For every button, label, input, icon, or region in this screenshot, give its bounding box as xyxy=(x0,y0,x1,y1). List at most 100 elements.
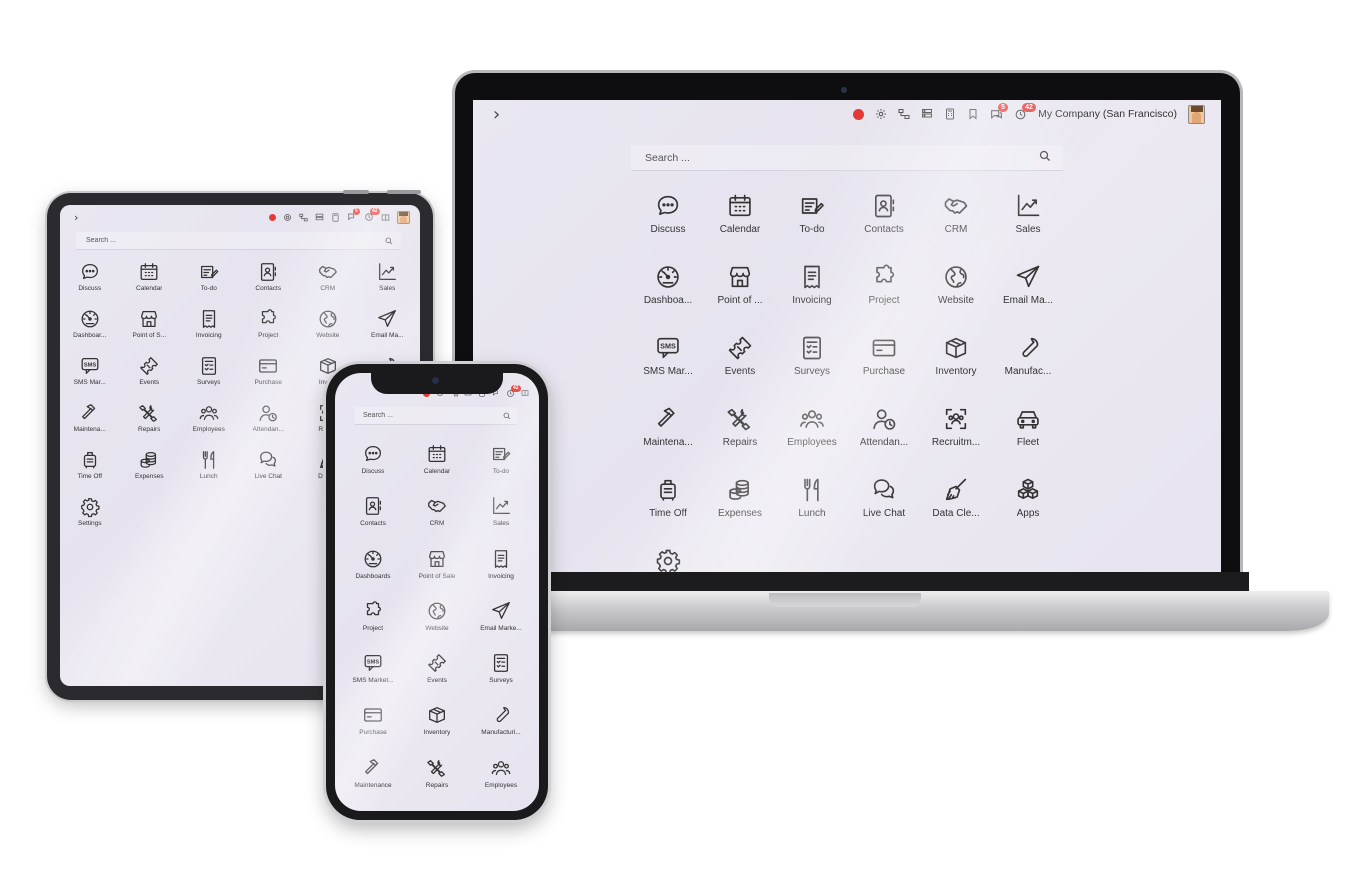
app-tile-surveys[interactable]: Surveys xyxy=(776,334,848,405)
activities-icon[interactable]: 42 xyxy=(506,384,521,398)
app-tile-point-of-sale[interactable]: Point of S... xyxy=(120,308,180,355)
tablet-search-bar[interactable] xyxy=(76,232,401,250)
app-tile-calendar[interactable]: Calendar xyxy=(704,192,776,263)
app-tile-attendances[interactable]: Attendan... xyxy=(239,402,299,449)
app-tile-crm[interactable]: CRM xyxy=(920,192,992,263)
app-tile-discuss[interactable]: Discuss xyxy=(341,443,405,495)
app-tile-repairs[interactable]: Repairs xyxy=(120,402,180,449)
app-tile-sms-marketing[interactable]: SMS SMS Market... xyxy=(341,652,405,704)
app-tile-recruitment[interactable]: Recruitm... xyxy=(920,405,992,476)
app-tile-live-chat[interactable]: Live Chat xyxy=(239,449,299,496)
activities-icon[interactable]: 42 xyxy=(364,208,380,222)
search-icon[interactable] xyxy=(503,407,511,425)
app-tile-to-do[interactable]: To-do xyxy=(179,261,239,308)
app-menu-toggle[interactable]: › xyxy=(493,104,500,125)
app-tile-time-off[interactable]: Time Off xyxy=(60,449,120,496)
app-tile-sms-marketing[interactable]: SMS SMS Mar... xyxy=(60,355,120,402)
app-tile-crm[interactable]: CRM xyxy=(298,261,358,308)
app-tile-calendar[interactable]: Calendar xyxy=(405,443,469,495)
search-icon[interactable] xyxy=(1039,149,1051,167)
app-tile-surveys[interactable]: Surveys xyxy=(469,652,533,704)
app-tile-dashboards[interactable]: Dashboards xyxy=(341,548,405,600)
app-tile-to-do[interactable]: To-do xyxy=(776,192,848,263)
app-tile-employees[interactable]: Employees xyxy=(469,757,533,809)
app-tile-contacts[interactable]: Contacts xyxy=(848,192,920,263)
app-tile-contacts[interactable]: Contacts xyxy=(341,495,405,547)
server-icon[interactable] xyxy=(921,108,933,120)
calculator-icon[interactable] xyxy=(944,108,956,120)
app-tile-dashboards[interactable]: Dashboa... xyxy=(632,263,704,334)
app-tile-live-chat[interactable]: Live Chat xyxy=(848,476,920,547)
calculator-icon[interactable] xyxy=(331,212,340,222)
server-icon[interactable] xyxy=(315,213,324,222)
app-tile-inventory[interactable]: Inventory xyxy=(920,334,992,405)
phone-search-bar[interactable] xyxy=(355,407,517,425)
switch-icon[interactable] xyxy=(381,213,390,222)
app-tile-repairs[interactable]: Repairs xyxy=(704,405,776,476)
app-tile-website[interactable]: Website xyxy=(298,308,358,355)
app-tile-events[interactable]: Events xyxy=(704,334,776,405)
app-tile-maintenance[interactable]: Maintena... xyxy=(632,405,704,476)
app-tile-settings[interactable]: Settings xyxy=(60,496,120,543)
app-tile-invoicing[interactable]: Invoicing xyxy=(776,263,848,334)
app-tile-expenses[interactable]: Expenses xyxy=(704,476,776,547)
app-tile-apps[interactable]: Apps xyxy=(992,476,1064,547)
app-tile-attendances[interactable]: Attendan... xyxy=(848,405,920,476)
app-tile-contacts[interactable]: Contacts xyxy=(239,261,299,308)
app-tile-sales[interactable]: Sales xyxy=(992,192,1064,263)
bookmark-icon[interactable] xyxy=(967,108,979,120)
app-tile-fleet[interactable]: Fleet xyxy=(992,405,1064,476)
app-tile-dashboards[interactable]: Dashboar... xyxy=(60,308,120,355)
search-input[interactable] xyxy=(363,412,489,419)
app-tile-surveys[interactable]: Surveys xyxy=(179,355,239,402)
app-tile-time-off[interactable]: Time Off xyxy=(632,476,704,547)
switch-icon[interactable] xyxy=(521,389,529,397)
app-tile-employees[interactable]: Employees xyxy=(776,405,848,476)
app-tile-discuss[interactable]: Discuss xyxy=(632,192,704,263)
app-tile-website[interactable]: Website xyxy=(920,263,992,334)
network-icon[interactable] xyxy=(299,213,308,222)
app-tile-to-do[interactable]: To-do xyxy=(469,443,533,495)
app-tile-point-of-sale[interactable]: Point of Sale xyxy=(405,548,469,600)
app-tile-sales[interactable]: Sales xyxy=(358,261,418,308)
app-tile-invoicing[interactable]: Invoicing xyxy=(179,308,239,355)
app-tile-sales[interactable]: Sales xyxy=(469,495,533,547)
app-tile-events[interactable]: Events xyxy=(120,355,180,402)
app-menu-toggle[interactable]: › xyxy=(74,211,78,224)
messages-icon[interactable]: 5 xyxy=(990,102,1009,121)
app-tile-sms-marketing[interactable]: SMS SMS Mar... xyxy=(632,334,704,405)
app-tile-purchase[interactable]: Purchase xyxy=(341,704,405,756)
messages-icon[interactable]: 5 xyxy=(347,208,360,222)
app-tile-maintenance[interactable]: Maintenance xyxy=(341,757,405,809)
app-tile-lunch[interactable]: Lunch xyxy=(776,476,848,547)
search-input[interactable] xyxy=(645,151,991,164)
gear-icon[interactable] xyxy=(283,213,292,222)
app-tile-repairs[interactable]: Repairs xyxy=(405,757,469,809)
app-tile-point-of-sale[interactable]: Point of ... xyxy=(704,263,776,334)
app-tile-events[interactable]: Events xyxy=(405,652,469,704)
app-tile-lunch[interactable]: Lunch xyxy=(179,449,239,496)
app-tile-purchase[interactable]: Purchase xyxy=(239,355,299,402)
gear-icon[interactable] xyxy=(875,108,887,120)
network-icon[interactable] xyxy=(898,108,910,120)
app-tile-inventory[interactable]: Inventory xyxy=(405,704,469,756)
app-tile-discuss[interactable]: Discuss xyxy=(60,261,120,308)
app-tile-project[interactable]: Project xyxy=(239,308,299,355)
app-tile-email-marketing[interactable]: Email Ma... xyxy=(358,308,418,355)
app-tile-manufacturing[interactable]: Manufac... xyxy=(992,334,1064,405)
app-tile-settings[interactable] xyxy=(632,547,704,572)
search-icon[interactable] xyxy=(385,232,393,250)
app-tile-purchase[interactable]: Purchase xyxy=(848,334,920,405)
app-tile-project[interactable]: Project xyxy=(341,600,405,652)
app-tile-invoicing[interactable]: Invoicing xyxy=(469,548,533,600)
laptop-search-bar[interactable] xyxy=(631,145,1063,171)
recording-indicator[interactable] xyxy=(269,213,276,221)
activities-icon[interactable]: 42 xyxy=(1014,102,1036,121)
recording-indicator[interactable] xyxy=(853,108,865,120)
app-tile-project[interactable]: Project xyxy=(848,263,920,334)
app-tile-crm[interactable]: CRM xyxy=(405,495,469,547)
app-tile-website[interactable]: Website xyxy=(405,600,469,652)
search-input[interactable] xyxy=(86,237,347,244)
app-tile-expenses[interactable]: Expenses xyxy=(120,449,180,496)
app-tile-email-marketing[interactable]: Email Ma... xyxy=(992,263,1064,334)
